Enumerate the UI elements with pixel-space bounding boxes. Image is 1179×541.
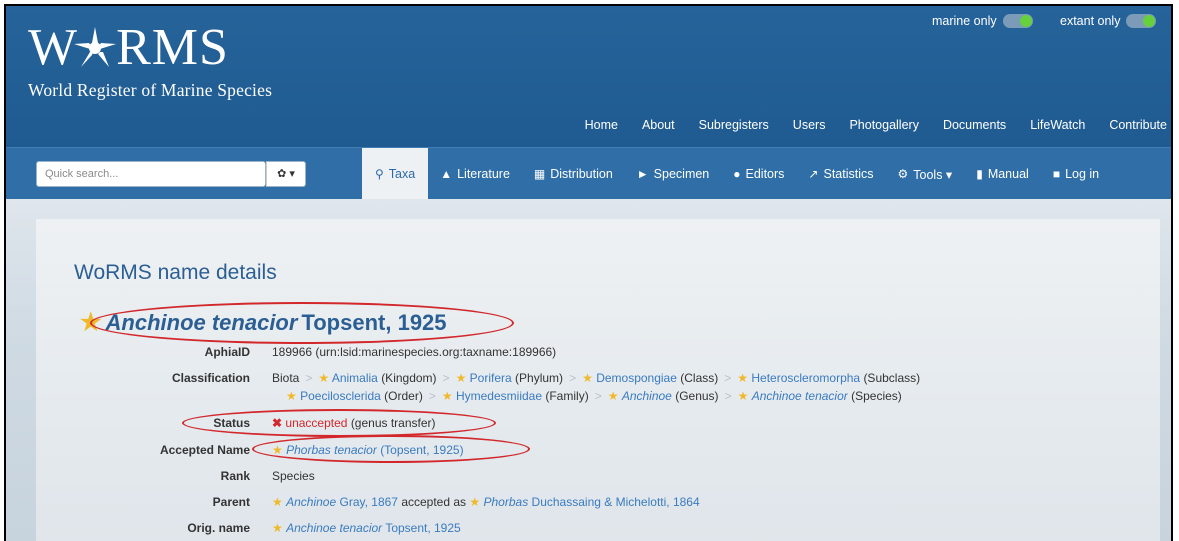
nav-users[interactable]: Users bbox=[781, 118, 838, 132]
logo-subtitle: World Register of Marine Species bbox=[28, 80, 273, 100]
star-icon: ★ bbox=[318, 371, 330, 385]
star-icon: ★ bbox=[272, 521, 283, 535]
tab-specimen[interactable]: ► Specimen bbox=[625, 148, 721, 200]
tab-tools[interactable]: ⚙ Tools ▾ bbox=[886, 148, 965, 200]
marine-only-switch[interactable] bbox=[1002, 14, 1033, 28]
tab-manual[interactable]: ▮ Manual bbox=[964, 148, 1041, 200]
map-icon: ▦ bbox=[533, 167, 546, 181]
annotation-ellipse-status bbox=[182, 409, 496, 437]
logo-title: W RMS bbox=[28, 20, 272, 76]
extant-only-switch[interactable] bbox=[1126, 14, 1157, 28]
extant-only-toggle[interactable]: extant only bbox=[1060, 14, 1157, 28]
star-icon: ★ bbox=[272, 495, 283, 509]
nav-documents[interactable]: Documents bbox=[931, 118, 1018, 132]
classification-order[interactable]: Poecilosclerida bbox=[300, 389, 381, 403]
line-chart-icon: ↗ bbox=[808, 167, 819, 181]
classification-family[interactable]: Hymedesmiidae bbox=[456, 389, 542, 403]
tag-icon: ► bbox=[636, 167, 649, 181]
classification-genus[interactable]: Anchinoe bbox=[622, 389, 672, 403]
star-icon: ★ bbox=[607, 389, 619, 403]
graduation-cap-icon: ▲ bbox=[440, 167, 453, 181]
tab-literature[interactable]: ▲ Literature bbox=[428, 148, 522, 200]
aphiaid-urn[interactable]: (urn:lsid:marinespecies.org:taxname:1899… bbox=[315, 345, 556, 359]
top-navigation: Home About Subregisters Users Photogalle… bbox=[573, 118, 1171, 132]
parent-authority[interactable]: Gray, 1867 bbox=[340, 495, 398, 509]
logo-letters-rms: RMS bbox=[116, 19, 229, 76]
nav-subregisters[interactable]: Subregisters bbox=[687, 118, 781, 132]
orig-name-authority[interactable]: Topsent, 1925 bbox=[385, 521, 460, 535]
extant-only-label: extant only bbox=[1060, 14, 1121, 28]
logo-letter-w: W bbox=[28, 19, 79, 76]
parent-link[interactable]: Anchinoe bbox=[286, 495, 336, 509]
nav-home[interactable]: Home bbox=[573, 118, 630, 132]
annotation-ellipse-accepted bbox=[252, 435, 530, 463]
page-title: WoRMS name details bbox=[74, 261, 277, 284]
star-icon: ★ bbox=[582, 371, 593, 385]
parent-accepted-as: accepted as bbox=[401, 495, 467, 509]
tab-editors[interactable]: ● Editors bbox=[721, 148, 796, 200]
browser-frame: W RMS World Register of Marine Species m… bbox=[4, 4, 1173, 541]
orig-name-link[interactable]: Anchinoe tenacior bbox=[286, 521, 382, 535]
parent-label: Parent bbox=[212, 495, 250, 509]
lock-icon: ■ bbox=[1052, 167, 1061, 181]
classification-label: Classification bbox=[171, 371, 250, 385]
star-icon: ★ bbox=[737, 371, 749, 385]
worms-logo[interactable]: W RMS World Register of Marine Species bbox=[28, 20, 272, 101]
classification-phylum[interactable]: Porifera bbox=[470, 371, 512, 385]
gears-icon: ⚙ bbox=[897, 167, 909, 181]
classification-subclass[interactable]: Heteroscleromorpha bbox=[751, 371, 860, 385]
star-icon: ★ bbox=[441, 389, 453, 403]
star-icon: ★ bbox=[455, 371, 467, 385]
details-panel: WoRMS name details ★ Anchinoe tenacior T… bbox=[36, 219, 1160, 541]
classification-kingdom[interactable]: Animalia bbox=[332, 371, 378, 385]
classification-species[interactable]: Anchinoe tenacior bbox=[752, 389, 848, 403]
rank-label: Rank bbox=[220, 469, 250, 483]
sea-star-logo-icon bbox=[74, 27, 117, 67]
nav-lifewatch[interactable]: LifeWatch bbox=[1018, 118, 1097, 132]
annotation-ellipse-title bbox=[90, 302, 514, 344]
nav-contribute[interactable]: Contribute bbox=[1097, 118, 1171, 132]
aphiaid-label: AphiaID bbox=[204, 345, 250, 359]
tab-distribution[interactable]: ▦ Distribution bbox=[522, 148, 625, 200]
nav-photogallery[interactable]: Photogallery bbox=[837, 118, 931, 132]
main-content: WoRMS name details ★ Anchinoe tenacior T… bbox=[6, 199, 1171, 541]
book-icon: ▮ bbox=[976, 167, 983, 181]
star-icon: ★ bbox=[469, 495, 481, 509]
marine-only-label: marine only bbox=[932, 14, 997, 28]
tab-taxa[interactable]: ⚲ Taxa bbox=[362, 148, 429, 200]
star-icon: ★ bbox=[286, 389, 297, 403]
classification-biota: Biota bbox=[272, 371, 300, 385]
orig-name-label: Orig. name bbox=[187, 521, 250, 535]
users-icon: ● bbox=[733, 167, 741, 181]
parent-accepted-authority[interactable]: Duchassaing & Michelotti, 1864 bbox=[532, 495, 700, 509]
parent-accepted-link[interactable]: Phorbas bbox=[484, 495, 529, 509]
search-options-dropdown[interactable]: ✿ ▾ bbox=[266, 161, 306, 187]
rank-value: Species bbox=[272, 469, 315, 483]
tab-log-in[interactable]: ■ Log in bbox=[1041, 148, 1111, 200]
main-navbar: Quick search... ✿ ▾ ⚲ Taxa ▲ Literature … bbox=[6, 147, 1171, 200]
classification-class[interactable]: Demospongiae bbox=[596, 371, 677, 385]
site-header: W RMS World Register of Marine Species m… bbox=[6, 6, 1171, 147]
quick-search-input[interactable]: Quick search... bbox=[36, 161, 266, 187]
aphiaid-value: 189966 bbox=[272, 345, 313, 359]
marine-only-toggle[interactable]: marine only bbox=[932, 14, 1033, 28]
search-icon: ⚲ bbox=[375, 167, 384, 181]
nav-about[interactable]: About bbox=[630, 118, 687, 132]
section-tabs: ⚲ Taxa ▲ Literature ▦ Distribution ► Spe… bbox=[362, 148, 1111, 200]
star-icon: ★ bbox=[737, 389, 749, 403]
accepted-name-label: Accepted Name bbox=[159, 443, 250, 457]
tab-statistics[interactable]: ↗ Statistics bbox=[796, 148, 885, 200]
